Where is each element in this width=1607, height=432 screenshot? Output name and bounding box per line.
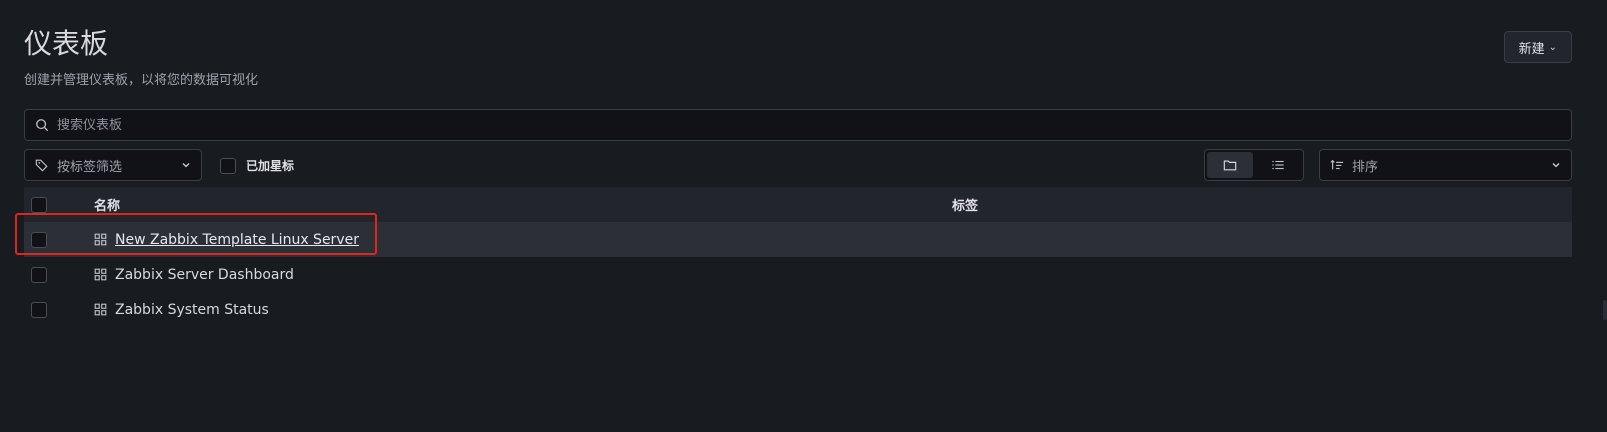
search-input[interactable] <box>57 117 1457 133</box>
dashboard-link[interactable]: Zabbix System Status <box>115 302 269 318</box>
dashboard-grid-icon <box>94 303 107 316</box>
row-checkbox[interactable] <box>31 266 47 283</box>
table-row[interactable]: Zabbix System Status <box>24 292 1572 327</box>
chevron-down-icon: ⌄ <box>1548 41 1557 53</box>
chevron-down-icon <box>1552 163 1560 168</box>
folder-icon <box>1223 160 1237 171</box>
search-bar[interactable] <box>24 109 1572 141</box>
page-subtitle: 创建并管理仪表板，以将您的数据可视化 <box>24 73 259 88</box>
dashboards-page: 仪表板 创建并管理仪表板，以将您的数据可视化 新建 ⌄ 按标签筛选 已加星标 <box>15 0 1572 432</box>
list-icon <box>1272 160 1284 170</box>
scrollbar[interactable] <box>1603 300 1607 320</box>
starred-checkbox[interactable] <box>220 157 236 174</box>
dashboard-name-cell: New Zabbix Template Linux Server <box>94 232 359 248</box>
new-button-label: 新建 <box>1518 41 1545 57</box>
column-header-name: 名称 <box>94 199 121 214</box>
dashboard-link[interactable]: New Zabbix Template Linux Server <box>115 232 359 248</box>
select-all-checkbox[interactable] <box>31 196 47 213</box>
dashboard-name-cell: Zabbix System Status <box>94 302 269 318</box>
search-icon <box>36 119 49 132</box>
dashboard-link[interactable]: Zabbix Server Dashboard <box>115 267 294 283</box>
sort-placeholder: 排序 <box>1352 159 1379 175</box>
dashboard-table: 名称 标签 New Zabbix Template Linux Server Z… <box>24 187 1572 327</box>
chevron-down-icon <box>182 163 190 168</box>
column-header-tags: 标签 <box>952 199 979 214</box>
list-view-button[interactable] <box>1255 152 1301 178</box>
page-title: 仪表板 <box>24 27 109 60</box>
folder-view-button[interactable] <box>1207 152 1253 178</box>
dashboard-grid-icon <box>94 268 107 281</box>
row-checkbox[interactable] <box>31 301 47 318</box>
view-mode-toggle[interactable] <box>1204 149 1304 181</box>
new-button[interactable]: 新建 ⌄ <box>1503 31 1572 63</box>
tag-icon <box>35 159 48 172</box>
table-header: 名称 标签 <box>24 187 1572 222</box>
dashboard-grid-icon <box>94 233 107 246</box>
dashboard-name-cell: Zabbix Server Dashboard <box>94 267 294 283</box>
starred-label: 已加星标 <box>246 159 295 173</box>
table-row[interactable]: Zabbix Server Dashboard <box>24 257 1572 292</box>
sort-icon <box>1330 159 1344 170</box>
table-row[interactable]: New Zabbix Template Linux Server <box>24 222 1572 257</box>
tag-filter-placeholder: 按标签筛选 <box>57 159 123 175</box>
tag-filter-select[interactable]: 按标签筛选 <box>24 149 202 181</box>
sort-select[interactable]: 排序 <box>1319 149 1572 181</box>
starred-filter[interactable]: 已加星标 <box>220 157 294 174</box>
row-checkbox[interactable] <box>31 231 47 248</box>
